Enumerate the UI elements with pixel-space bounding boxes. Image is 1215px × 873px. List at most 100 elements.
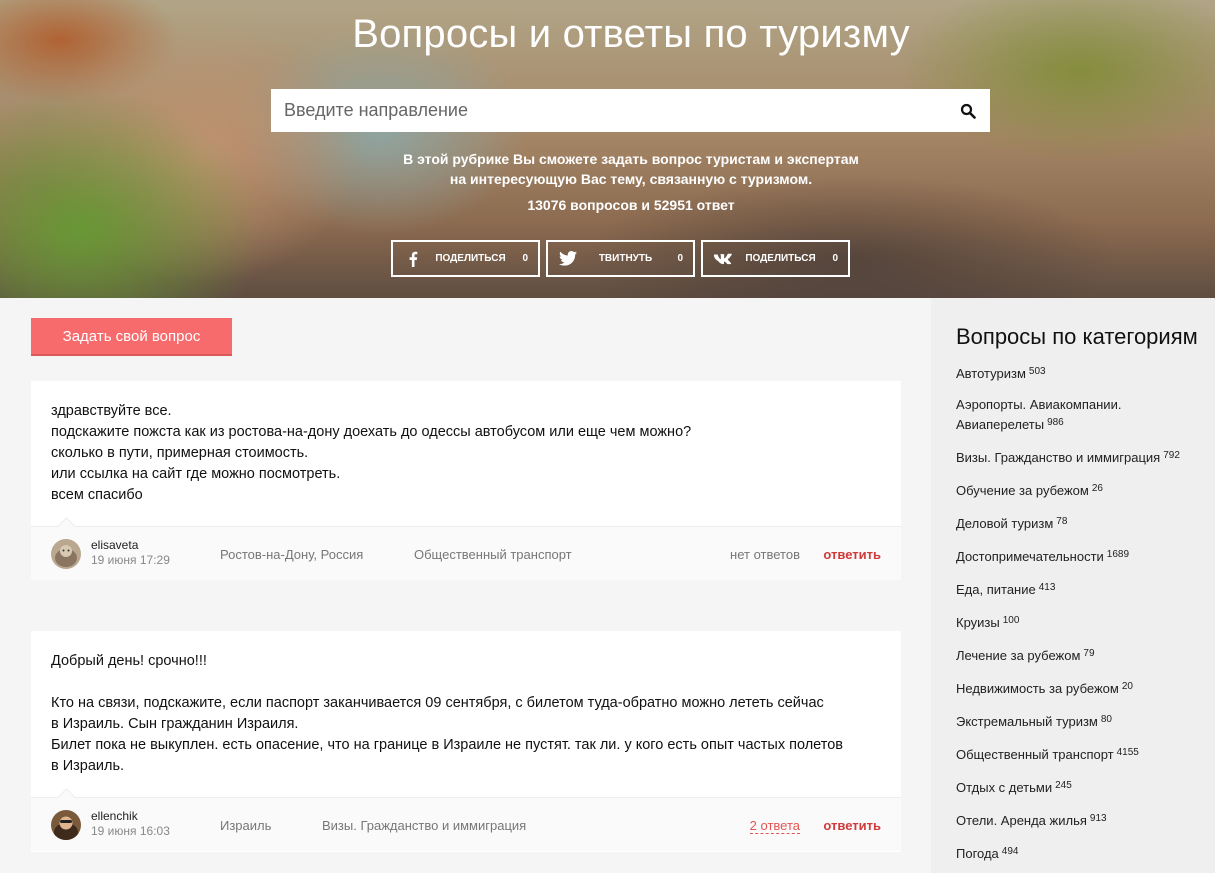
category-name: Недвижимость за рубежом — [956, 681, 1119, 696]
facebook-icon — [403, 251, 423, 267]
category-count: 79 — [1083, 648, 1095, 659]
category-link[interactable]: Лечение за рубежом 79 — [956, 645, 1201, 665]
category-name: Круизы — [956, 615, 1000, 630]
category-count: 913 — [1089, 813, 1107, 824]
avatar[interactable] — [51, 810, 81, 840]
answers-link[interactable]: 2 ответа — [749, 818, 800, 834]
category-count: 792 — [1163, 450, 1180, 461]
question-date: 19 июня 17:29 — [91, 553, 170, 567]
category-link[interactable]: Деловой туризм 78 — [956, 513, 1201, 533]
category-name: Визы. Гражданство и иммиграция — [956, 450, 1161, 465]
question-text[interactable]: Добрый день! срочно!!! Кто на связи, под… — [31, 631, 901, 777]
category-link[interactable]: Еда, питание 413 — [956, 579, 1201, 599]
reply-link[interactable]: ответить — [823, 547, 881, 562]
twitter-share-button[interactable]: ТВИТНУТЬ 0 — [546, 240, 695, 277]
vk-share-button[interactable]: ПОДЕЛИТЬСЯ 0 — [701, 240, 850, 277]
question-line: Билет пока не выкуплен. есть опасение, ч… — [51, 737, 844, 753]
destination-search-input[interactable] — [271, 89, 946, 132]
category-link[interactable]: Отдых с детьми 245 — [956, 777, 1201, 797]
category-count: 26 — [1091, 483, 1103, 494]
category-link[interactable]: Обучение за рубежом 26 — [956, 480, 1201, 500]
question-category[interactable]: Общественный транспорт — [414, 547, 572, 562]
question-line: здравствуйте все. — [51, 403, 172, 419]
category-count: 100 — [1002, 615, 1020, 626]
category-name: Еда, питание — [956, 582, 1036, 597]
question-card: здравствуйте все. подскажите пожста как … — [31, 381, 901, 580]
category-link[interactable]: Погода 494 — [956, 843, 1201, 863]
category-link[interactable]: Автотуризм 503 — [956, 363, 1201, 383]
category-name: Деловой туризм — [956, 516, 1054, 531]
category-name: Достопримечательности — [956, 549, 1104, 564]
category-count: 80 — [1100, 714, 1112, 725]
category-count: 986 — [1047, 417, 1064, 428]
question-footer: ellenchik 19 июня 16:03 Израиль Визы. Гр… — [31, 797, 901, 851]
category-link[interactable]: Достопримечательности 1689 — [956, 546, 1201, 566]
reply-link[interactable]: ответить — [823, 818, 881, 833]
question-location[interactable]: Ростов-на-Дону, Россия — [220, 547, 363, 562]
category-name: Общественный транспорт — [956, 747, 1114, 762]
question-line: или ссылка на сайт где можно посмотреть. — [51, 466, 341, 482]
category-name: Отдых с детьми — [956, 780, 1053, 795]
page-title: Вопросы и ответы по туризму — [352, 12, 910, 56]
question-card: Добрый день! срочно!!! Кто на связи, под… — [31, 631, 901, 852]
category-count: 413 — [1038, 582, 1056, 593]
facebook-share-button[interactable]: ПОДЕЛИТЬСЯ 0 — [391, 240, 540, 277]
share-label: ТВИТНУТЬ — [598, 253, 653, 264]
question-category[interactable]: Визы. Гражданство и иммиграция — [322, 818, 526, 833]
category-name: Автотуризм — [956, 366, 1026, 381]
category-link[interactable]: Аэропорты. Авиакомпании. Авиаперелеты 986 — [956, 396, 1201, 434]
search-bar — [271, 89, 990, 132]
category-link[interactable]: Недвижимость за рубежом 20 — [956, 678, 1201, 698]
search-icon — [960, 103, 976, 119]
category-count: 245 — [1055, 780, 1072, 791]
hero-banner: Вопросы и ответы по туризму В этой рубри… — [0, 0, 1215, 298]
avatar[interactable] — [51, 539, 81, 569]
category-link[interactable]: Визы. Гражданство и иммиграция 792 — [956, 447, 1201, 467]
hero-description-line: В этой рубрике Вы сможете задать вопрос … — [403, 151, 859, 167]
sidebar-title: Вопросы по категориям — [956, 324, 1198, 349]
category-name: Аэропорты. Авиакомпании. Авиаперелеты — [956, 397, 1122, 432]
category-name: Лечение за рубежом — [956, 648, 1081, 663]
twitter-icon — [558, 251, 578, 266]
share-buttons: ПОДЕЛИТЬСЯ 0 ТВИТНУТЬ 0 ПОДЕЛИТЬСЯ 0 — [391, 240, 850, 277]
category-count: 4155 — [1116, 747, 1139, 758]
category-link[interactable]: Отели. Аренда жилья 913 — [956, 810, 1201, 830]
question-line: в Израиль. — [51, 758, 125, 774]
category-count: 503 — [1028, 366, 1046, 377]
vk-icon — [713, 253, 733, 265]
answers-count: нет ответов — [730, 547, 800, 562]
question-text[interactable]: здравствуйте все. подскажите пожста как … — [31, 381, 901, 506]
ask-question-button[interactable]: Задать свой вопрос — [31, 318, 232, 356]
category-name: Обучение за рубежом — [956, 483, 1089, 498]
question-date: 19 июня 16:03 — [91, 824, 170, 838]
question-line: всем спасибо — [51, 487, 143, 503]
category-count: 20 — [1121, 681, 1133, 692]
share-count: 0 — [522, 253, 528, 264]
author-name[interactable]: ellenchik — [91, 809, 138, 823]
question-stats: 13076 вопросов и 52951 ответ — [527, 197, 735, 213]
category-name: Погода — [956, 846, 999, 861]
share-count: 0 — [832, 253, 838, 264]
category-name: Отели. Аренда жилья — [956, 813, 1087, 828]
share-label: ПОДЕЛИТЬСЯ — [435, 253, 506, 264]
question-location[interactable]: Израиль — [220, 818, 271, 833]
question-line: сколько в пути, примерная стоимость. — [51, 445, 309, 461]
category-name: Экстремальный туризм — [956, 714, 1098, 729]
share-count: 0 — [677, 253, 683, 264]
category-count: 78 — [1056, 516, 1068, 527]
category-link[interactable]: Круизы 100 — [956, 612, 1201, 632]
category-count: 1689 — [1106, 549, 1130, 560]
author-name[interactable]: elisaveta — [91, 538, 138, 552]
category-link[interactable]: Экстремальный туризм 80 — [956, 711, 1201, 731]
search-button[interactable] — [946, 89, 990, 132]
question-line: подскажите пожста как из ростова-на-дону… — [51, 424, 692, 440]
question-line: в Израиль. Сын гражданин Израиля. — [51, 716, 299, 732]
category-link[interactable]: Общественный транспорт 4155 — [956, 744, 1201, 764]
hero-description: В этой рубрике Вы сможете задать вопрос … — [0, 149, 1215, 189]
categories-sidebar: Вопросы по категориям Автотуризм 503 Аэро… — [931, 298, 1215, 873]
question-line: Добрый день! срочно!!! — [51, 653, 207, 669]
question-footer: elisaveta 19 июня 17:29 Ростов-на-Дону, … — [31, 526, 901, 580]
share-label: ПОДЕЛИТЬСЯ — [745, 253, 816, 264]
question-line: Кто на связи, подскажите, если паспорт з… — [51, 695, 824, 711]
hero-description-line: на интересующую Вас тему, связанную с ту… — [449, 171, 813, 187]
